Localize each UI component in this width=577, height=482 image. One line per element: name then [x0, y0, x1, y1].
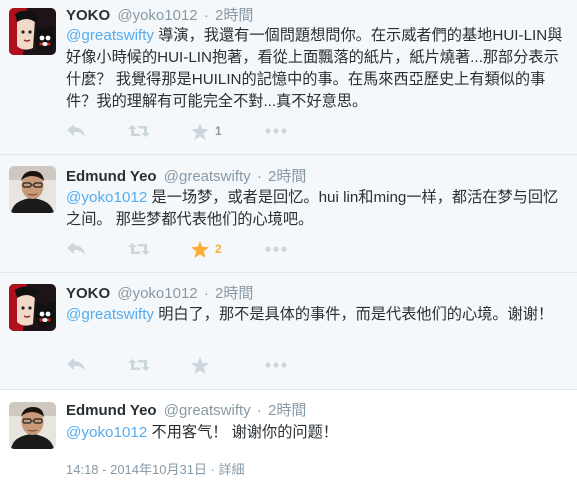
mention-link[interactable]: @greatswifty	[66, 27, 154, 44]
tweet-1: YOKO @yoko1012 · 2時間 @greatswifty 導演，我還有…	[0, 0, 577, 155]
tweet-text-content: 不用客气！ 谢谢你的问题！	[147, 424, 338, 441]
retweet-button[interactable]	[128, 121, 150, 141]
user-name[interactable]: YOKO	[66, 7, 110, 24]
separator-dot: ·	[203, 285, 209, 302]
tweet-time[interactable]: 2時間	[268, 402, 306, 419]
separator-dot: ·	[256, 402, 262, 419]
star-icon	[191, 122, 209, 140]
meta-separator: ·	[206, 462, 219, 477]
tweet-2: Edmund Yeo @greatswifty · 2時間 @yoko1012 …	[0, 155, 577, 273]
tweet-time[interactable]: 2時間	[215, 7, 253, 24]
tweet-text: @yoko1012 是一场梦，或者是回忆。hui lin和ming一样，都活在梦…	[66, 187, 571, 231]
avatar-yoko[interactable]	[9, 8, 56, 55]
avatar-edmund[interactable]	[9, 166, 56, 213]
tweet-actions: 2	[66, 239, 326, 259]
mention-link[interactable]: @yoko1012	[66, 424, 147, 441]
tweet-header: YOKO @yoko1012 · 2時間	[66, 7, 253, 25]
tweet-actions: 1	[66, 121, 326, 141]
retweet-icon	[128, 125, 150, 137]
star-icon	[191, 356, 209, 374]
retweet-button[interactable]	[128, 239, 150, 259]
reply-icon	[67, 124, 85, 137]
tweet-text-content: 明白了，那不是具体的事件，而是代表他们的心境。谢谢！	[154, 306, 554, 323]
more-dots-icon	[265, 128, 287, 134]
separator-dot: ·	[203, 7, 209, 24]
tweet-time[interactable]: 2時間	[268, 168, 306, 185]
reply-icon	[67, 358, 85, 371]
more-dots-icon	[265, 362, 287, 368]
user-name[interactable]: Edmund Yeo	[66, 402, 157, 419]
reply-button[interactable]	[66, 121, 86, 141]
mention-link[interactable]: @greatswifty	[66, 306, 154, 323]
separator-dot: ·	[256, 168, 262, 185]
retweet-icon	[128, 243, 150, 255]
more-button[interactable]	[265, 355, 287, 375]
user-handle[interactable]: @yoko1012	[117, 285, 197, 302]
tweet-actions	[66, 355, 326, 375]
favorite-button[interactable]: 2	[191, 239, 222, 259]
tweet-meta: 14:18 - 2014年10月31日 · 詳細	[66, 459, 245, 478]
tweet-time[interactable]: 2時間	[215, 285, 253, 302]
user-name[interactable]: Edmund Yeo	[66, 168, 157, 185]
avatar-edmund[interactable]	[9, 402, 56, 449]
reply-icon	[67, 242, 85, 255]
favorite-button[interactable]: 1	[191, 121, 222, 141]
user-handle[interactable]: @greatswifty	[164, 402, 251, 419]
more-dots-icon	[265, 246, 287, 252]
user-handle[interactable]: @yoko1012	[117, 7, 197, 24]
retweet-icon	[128, 359, 150, 371]
tweet-text: @greatswifty 導演，我還有一個問題想問你。在示威者們的基地HUI-L…	[66, 25, 571, 113]
reply-button[interactable]	[66, 239, 86, 259]
tweet-text: @greatswifty 明白了，那不是具体的事件，而是代表他们的心境。谢谢！	[66, 304, 571, 326]
tweet-3: YOKO @yoko1012 · 2時間 @greatswifty 明白了，那不…	[0, 273, 577, 390]
favorite-button[interactable]	[191, 355, 215, 375]
reply-button[interactable]	[66, 355, 86, 375]
retweet-button[interactable]	[128, 355, 150, 375]
tweet-header: Edmund Yeo @greatswifty · 2時間	[66, 402, 306, 420]
tweet-4: Edmund Yeo @greatswifty · 2時間 @yoko1012 …	[0, 390, 577, 482]
user-name[interactable]: YOKO	[66, 285, 110, 302]
tweet-header: Edmund Yeo @greatswifty · 2時間	[66, 168, 306, 186]
favorite-count: 1	[215, 124, 222, 138]
favorite-count: 2	[215, 242, 222, 256]
tweet-header: YOKO @yoko1012 · 2時間	[66, 285, 253, 303]
details-link[interactable]: 詳細	[219, 462, 245, 477]
star-icon	[191, 240, 209, 258]
more-button[interactable]	[265, 121, 287, 141]
more-button[interactable]	[265, 239, 287, 259]
tweet-text: @yoko1012 不用客气！ 谢谢你的问题！	[66, 422, 571, 444]
user-handle[interactable]: @greatswifty	[164, 168, 251, 185]
tweet-timestamp[interactable]: 14:18 - 2014年10月31日	[66, 462, 207, 477]
mention-link[interactable]: @yoko1012	[66, 189, 147, 206]
avatar-yoko[interactable]	[9, 284, 56, 331]
